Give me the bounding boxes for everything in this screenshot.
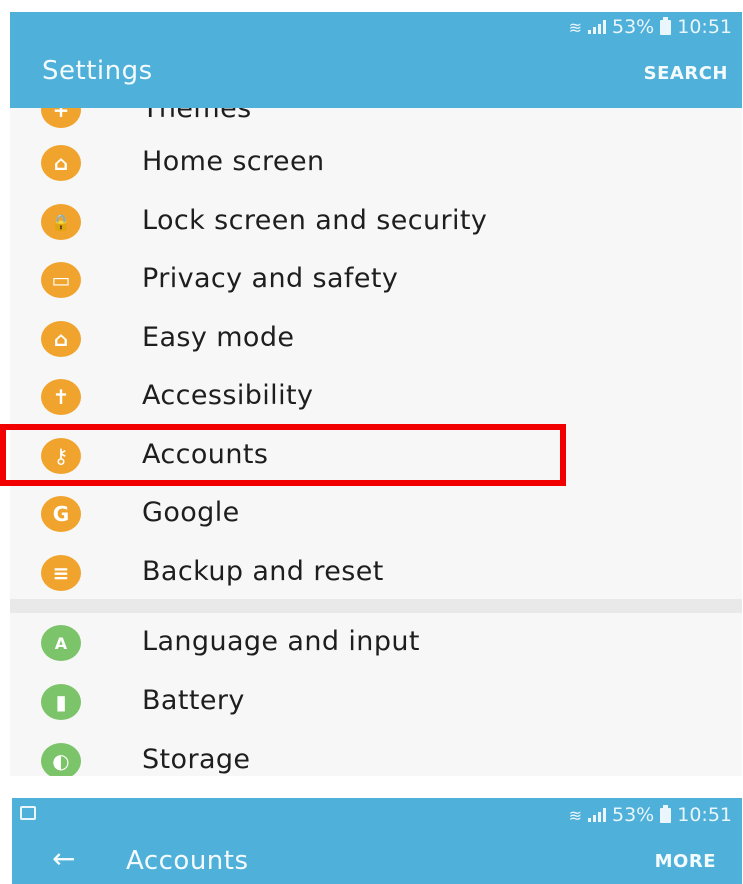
battery-percent: 53% xyxy=(612,804,655,826)
settings-item-google[interactable]: G Google xyxy=(10,486,742,544)
battery-status-icon xyxy=(660,804,672,823)
page-title: Settings xyxy=(42,56,153,86)
settings-item-label: Easy mode xyxy=(142,322,295,353)
settings-item-label: Themes xyxy=(142,108,252,124)
themes-icon: + xyxy=(41,108,81,128)
settings-item-label: Google xyxy=(142,497,240,528)
search-button[interactable]: SEARCH xyxy=(644,63,728,84)
settings-item-storage[interactable]: ◐ Storage xyxy=(10,733,742,776)
easy-mode-icon: ⌂ xyxy=(41,321,81,357)
clock: 10:51 xyxy=(677,16,732,38)
settings-app-bar: ≋ 53% 10:51 Settings SEARCH xyxy=(10,12,742,108)
settings-item-privacy[interactable]: ▭ Privacy and safety xyxy=(10,252,742,310)
backup-icon: ≡ xyxy=(41,555,81,591)
settings-item-battery[interactable]: ▮ Battery xyxy=(10,674,742,732)
page-title: Accounts xyxy=(126,846,249,876)
accounts-app-bar: ≋ 53% 10:51 ← Accounts MORE xyxy=(12,798,742,884)
back-arrow-icon[interactable]: ← xyxy=(52,842,75,875)
privacy-icon: ▭ xyxy=(41,262,81,298)
battery-status-icon xyxy=(660,16,672,35)
settings-item-easy-mode[interactable]: ⌂ Easy mode xyxy=(10,311,742,369)
more-button[interactable]: MORE xyxy=(655,851,716,872)
accounts-highlight-box xyxy=(0,424,566,486)
home-icon: ⌂ xyxy=(41,145,81,181)
settings-item-home-screen[interactable]: ⌂ Home screen xyxy=(10,135,742,193)
signal-icon xyxy=(588,808,606,822)
lock-icon: 🔒 xyxy=(41,204,81,240)
signal-icon xyxy=(588,20,606,34)
status-bar: ≋ 53% 10:51 xyxy=(569,16,732,38)
settings-item-label: Accessibility xyxy=(142,380,314,411)
storage-icon: ◐ xyxy=(41,743,81,776)
battery-icon: ▮ xyxy=(41,684,81,720)
status-bar: ≋ 53% 10:51 xyxy=(569,804,732,826)
battery-percent: 53% xyxy=(612,16,655,38)
settings-item-label: Storage xyxy=(142,744,251,775)
google-icon: G xyxy=(41,496,81,532)
accessibility-icon: ✝ xyxy=(41,379,81,415)
settings-item-label: Privacy and safety xyxy=(142,263,399,294)
language-icon: A xyxy=(41,625,81,661)
wifi-icon: ≋ xyxy=(568,17,582,37)
settings-item-label: Battery xyxy=(142,685,245,716)
settings-item-language[interactable]: A Language and input xyxy=(10,615,742,673)
clock: 10:51 xyxy=(677,804,732,826)
settings-item-label: Home screen xyxy=(142,146,325,177)
settings-item-label: Backup and reset xyxy=(142,556,384,587)
wifi-icon: ≋ xyxy=(568,805,582,825)
settings-item-label: Lock screen and security xyxy=(142,205,488,236)
section-divider xyxy=(10,599,742,613)
notification-icon xyxy=(20,806,36,820)
settings-item-lock-screen[interactable]: 🔒 Lock screen and security xyxy=(10,194,742,252)
settings-item-label: Language and input xyxy=(142,626,420,657)
settings-item-backup[interactable]: ≡ Backup and reset xyxy=(10,545,742,603)
settings-item-accessibility[interactable]: ✝ Accessibility xyxy=(10,369,742,427)
